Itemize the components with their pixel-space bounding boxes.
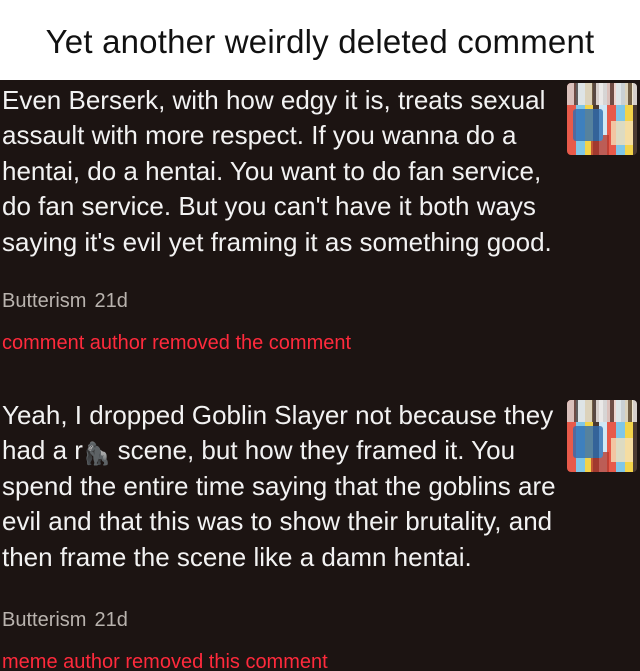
comment-1-author[interactable]: Butterism [2, 290, 86, 312]
meme-thumbnail-icon[interactable] [567, 83, 637, 155]
meme-caption-title: Yet another weirdly deleted comment [45, 23, 595, 60]
comment-1-meta: Butterism 21d [2, 290, 128, 313]
comment-1-age: 21d [94, 290, 128, 312]
comment-2-age: 21d [94, 609, 128, 631]
meme-thumbnail-icon[interactable] [567, 400, 637, 472]
comment-2-author[interactable]: Butterism [2, 609, 86, 631]
comment-2-meta: Butterism 21d [2, 609, 128, 632]
comments-panel: Even Berserk, with how edgy it is, treat… [0, 80, 640, 671]
comment-2-removed-notice: meme author removed this comment [2, 651, 328, 671]
meme-caption-header: Yet another weirdly deleted comment [0, 0, 640, 80]
comment-2-text: Yeah, I dropped Goblin Slayer not becaus… [2, 398, 562, 575]
gorilla-emoji-icon: 🦍 [82, 441, 111, 467]
comment-1-removed-notice: comment author removed the comment [2, 332, 352, 354]
comment-1-text: Even Berserk, with how edgy it is, treat… [2, 85, 552, 257]
